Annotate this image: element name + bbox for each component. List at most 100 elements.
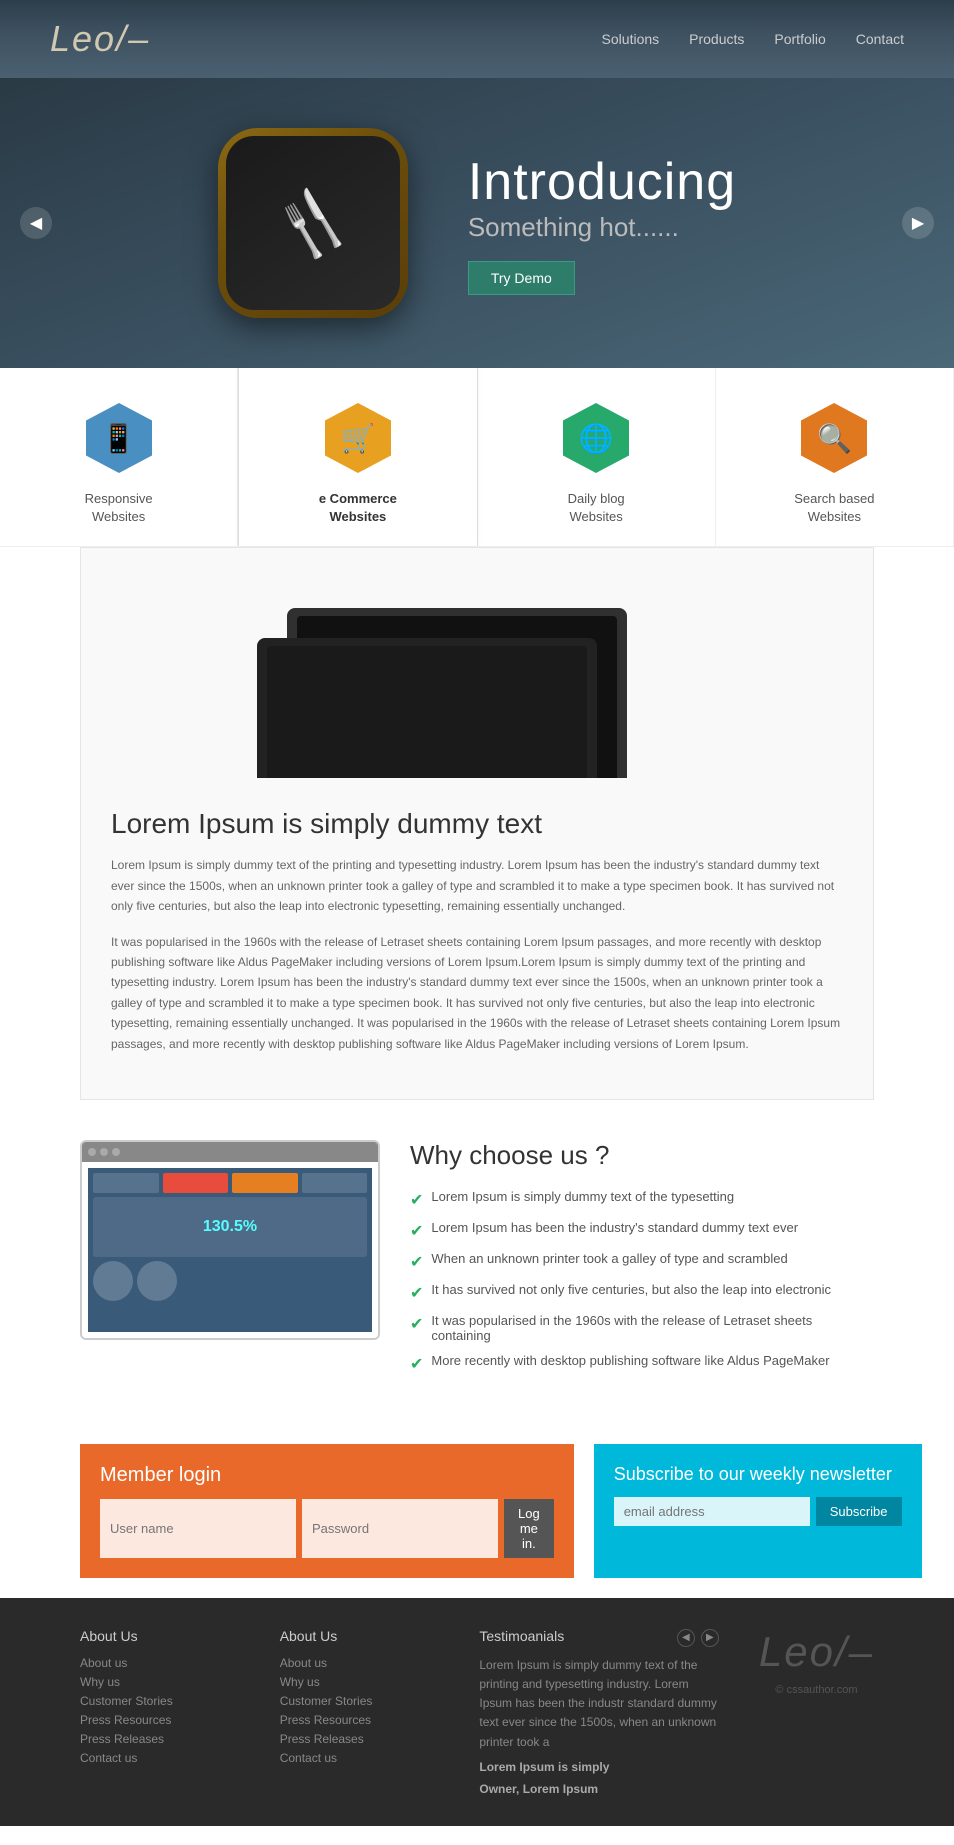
subscribe-button[interactable]: Subscribe [816, 1497, 902, 1526]
why-section: 130.5% Why choose us ? ✔ Lorem Ipsum is … [0, 1100, 954, 1424]
footer-link-about-us-1[interactable]: About us [80, 1656, 240, 1670]
footer-link-press-res-2[interactable]: Press Resources [280, 1713, 440, 1727]
subscribe-box: Subscribe to our weekly newsletter Subsc… [594, 1444, 922, 1578]
check-icon-5: ✔ [410, 1314, 423, 1334]
category-daily-blog[interactable]: 🌐 Daily blogWebsites [478, 368, 716, 546]
footer-link-customer-1[interactable]: Customer Stories [80, 1694, 240, 1708]
check-icon-6: ✔ [410, 1354, 423, 1374]
hero-text-block: Introducing Something hot...... Try Demo [468, 152, 736, 295]
member-login-box: Member login Log me in. [80, 1444, 574, 1578]
screen-box-red [163, 1173, 229, 1193]
tablet-icon: 📱 [101, 422, 136, 455]
screen-box-3 [93, 1261, 133, 1301]
check-icon-3: ✔ [410, 1252, 423, 1272]
why-item-2: ✔ Lorem Ipsum has been the industry's st… [410, 1220, 874, 1241]
check-icon-4: ✔ [410, 1283, 423, 1303]
footer-link-press-res-1[interactable]: Press Resources [80, 1713, 240, 1727]
member-title: Member login [100, 1464, 554, 1487]
why-title: Why choose us ? [410, 1140, 874, 1171]
logo: Leo/– [50, 18, 150, 60]
hero-section: ◀ 🍴 Introducing Something hot...... Try … [0, 78, 954, 368]
footer-link-press-rel-2[interactable]: Press Releases [280, 1732, 440, 1746]
subscribe-title: Subscribe to our weekly newsletter [614, 1464, 902, 1485]
tablet-svg [227, 578, 727, 778]
header: Leo/– Solutions Products Portfolio Conta… [0, 0, 954, 78]
cat-label-search-based: Search basedWebsites [794, 490, 874, 526]
hero-product-icon: 🍴 [218, 128, 408, 318]
testimonials-title: Testimoanials [479, 1628, 564, 1644]
hexagon-daily-blog: 🌐 [556, 398, 636, 478]
category-ecommerce[interactable]: 🛒 e CommerceWebsites [238, 365, 477, 546]
category-search-based[interactable]: 🔍 Search basedWebsites [716, 368, 954, 546]
browser-dot-2 [100, 1148, 108, 1156]
hero-prev-arrow[interactable]: ◀ [20, 207, 52, 239]
hexagon-search-based: 🔍 [794, 398, 874, 478]
footer-col1-title: About Us [80, 1628, 240, 1644]
footer-col-about-1: About Us About us Why us Customer Storie… [80, 1628, 240, 1770]
footer-copyright: © cssauthor.com [775, 1684, 857, 1696]
footer-logo-col: Leo/– © cssauthor.com [759, 1628, 874, 1696]
hexagon-responsive: 📱 [79, 398, 159, 478]
hero-title: Introducing [468, 152, 736, 212]
content-para1: Lorem Ipsum is simply dummy text of the … [111, 855, 843, 916]
cat-label-ecommerce: e CommerceWebsites [319, 490, 397, 526]
footer-link-why-us-1[interactable]: Why us [80, 1675, 240, 1689]
testimonials-text: Lorem Ipsum is simply dummy text of the … [479, 1656, 719, 1752]
browser-dot-3 [112, 1148, 120, 1156]
screen-chart: 130.5% [93, 1197, 367, 1257]
why-item-text-1: Lorem Ipsum is simply dummy text of the … [431, 1189, 734, 1204]
nav-solutions[interactable]: Solutions [602, 31, 660, 47]
footer-link-why-us-2[interactable]: Why us [280, 1675, 440, 1689]
nav-contact[interactable]: Contact [856, 31, 904, 47]
screen-stat: 130.5% [203, 1218, 257, 1236]
footer-link-customer-2[interactable]: Customer Stories [280, 1694, 440, 1708]
footer-link-press-rel-1[interactable]: Press Releases [80, 1732, 240, 1746]
categories-bar: 📱 ResponsiveWebsites 🛒 e CommerceWebsite… [0, 368, 954, 547]
content-panel: Lorem Ipsum is simply dummy text Lorem I… [80, 547, 874, 1100]
nav-products[interactable]: Products [689, 31, 744, 47]
hero-next-arrow[interactable]: ▶ [902, 207, 934, 239]
email-input[interactable] [614, 1497, 810, 1526]
spatula-icon: 🍴 [263, 174, 363, 273]
screen-row-2 [93, 1261, 367, 1301]
testimonials-header: Testimoanials ◀ ▶ [479, 1628, 719, 1656]
hero-subtitle: Something hot...... [468, 212, 736, 243]
footer-col-about-2: About Us About us Why us Customer Storie… [280, 1628, 440, 1770]
why-item-text-2: Lorem Ipsum has been the industry's stan… [431, 1220, 798, 1235]
why-screenshot: 130.5% [80, 1140, 380, 1340]
nav-portfolio[interactable]: Portfolio [774, 31, 825, 47]
screen-inner: 130.5% [88, 1168, 372, 1332]
testimonial-next[interactable]: ▶ [701, 1629, 719, 1647]
footer-testimonials: Testimoanials ◀ ▶ Lorem Ipsum is simply … [479, 1628, 719, 1796]
why-item-6: ✔ More recently with desktop publishing … [410, 1353, 874, 1374]
username-input[interactable] [100, 1499, 296, 1558]
why-item-3: ✔ When an unknown printer took a galley … [410, 1251, 874, 1272]
footer-link-contact-2[interactable]: Contact us [280, 1751, 440, 1765]
testimonials-bold1: Lorem Ipsum is simply [479, 1760, 719, 1774]
hexagon-ecommerce: 🛒 [318, 398, 398, 478]
testimonial-nav: ◀ ▶ [677, 1629, 719, 1647]
browser-bar [82, 1142, 378, 1162]
password-input[interactable] [302, 1499, 498, 1558]
search-icon: 🔍 [817, 422, 852, 455]
screen-row-1 [93, 1173, 367, 1193]
why-item-text-5: It was popularised in the 1960s with the… [431, 1313, 874, 1343]
testimonial-prev[interactable]: ◀ [677, 1629, 695, 1647]
check-icon-1: ✔ [410, 1190, 423, 1210]
login-button[interactable]: Log me in. [504, 1499, 554, 1558]
content-para2: It was popularised in the 1960s with the… [111, 932, 843, 1054]
screen-box-4 [137, 1261, 177, 1301]
try-demo-button[interactable]: Try Demo [468, 261, 575, 295]
why-item-text-3: When an unknown printer took a galley of… [431, 1251, 787, 1266]
cart-icon: 🛒 [340, 422, 375, 455]
footer-logo: Leo/– [759, 1628, 874, 1676]
globe-icon: 🌐 [579, 422, 614, 455]
footer-link-about-us-2[interactable]: About us [280, 1656, 440, 1670]
browser-dot-1 [88, 1148, 96, 1156]
subscribe-inputs: Subscribe [614, 1497, 902, 1526]
category-responsive[interactable]: 📱 ResponsiveWebsites [0, 368, 238, 546]
cat-label-responsive: ResponsiveWebsites [85, 490, 153, 526]
footer-link-contact-1[interactable]: Contact us [80, 1751, 240, 1765]
content-title: Lorem Ipsum is simply dummy text [111, 808, 843, 840]
screenshot-body: 130.5% [82, 1162, 378, 1338]
